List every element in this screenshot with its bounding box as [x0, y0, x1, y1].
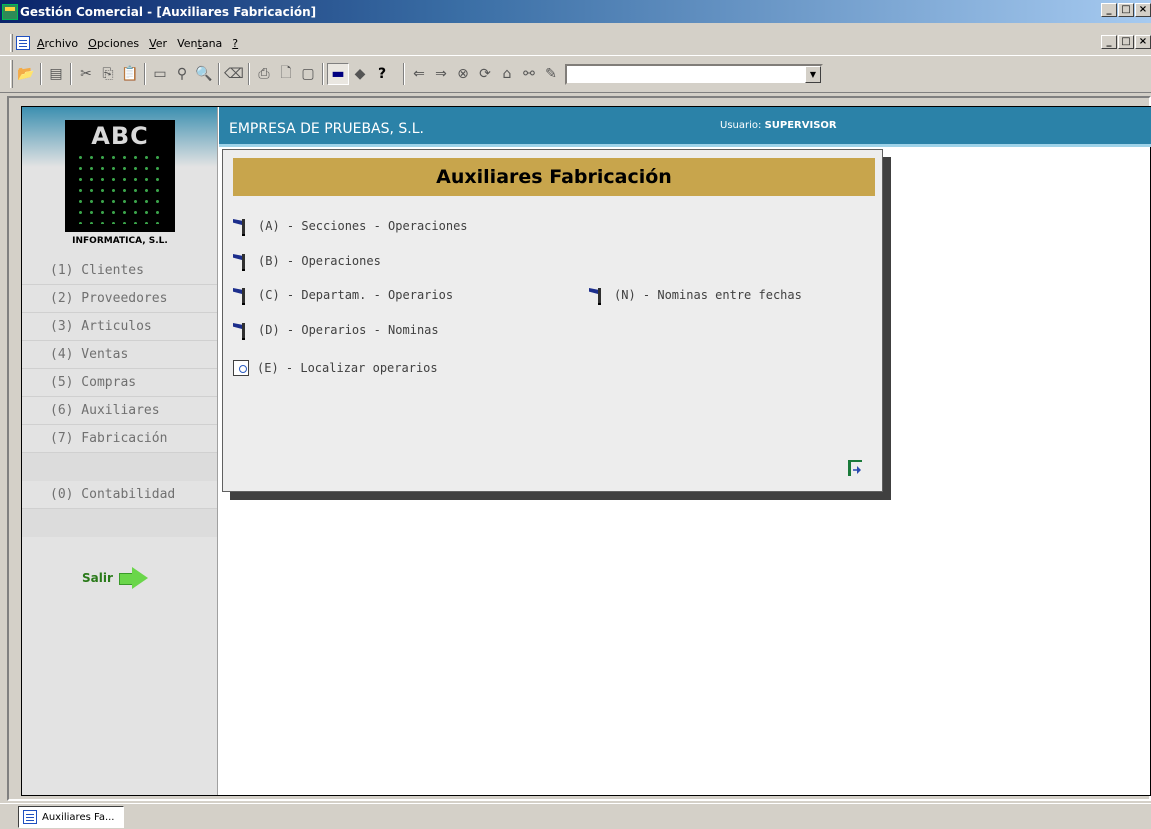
help-icon[interactable]: ? [371, 63, 393, 85]
print-icon[interactable]: ⎙ [253, 63, 275, 85]
exit-icon[interactable] [848, 460, 862, 476]
copy-icon[interactable]: ⎘ [97, 63, 119, 85]
search-icon[interactable]: ⚯ [518, 63, 540, 85]
diamond-icon[interactable]: ◆ [349, 63, 371, 85]
magnifier-icon[interactable]: 🔍 [193, 63, 215, 85]
option-nominas-entre-fechas[interactable]: (N) - Nominas entre fechas [589, 287, 802, 305]
sidebar-item-compras[interactable]: (5) Compras [22, 369, 217, 397]
panel-title: Auxiliares Fabricación [233, 158, 875, 196]
menu-archivo[interactable]: Archivo [32, 37, 83, 50]
sidebar-item-fabricacion[interactable]: (7) Fabricación [22, 425, 217, 453]
menu-bar: Archivo Opciones Ver Ventana ? _ □ × [0, 33, 1151, 53]
page-icon[interactable]: ▢ [297, 63, 319, 85]
back-icon[interactable]: ⇐ [408, 63, 430, 85]
menu-help[interactable]: ? [227, 37, 243, 50]
window-controls: _ □ × [1100, 3, 1151, 17]
cut-icon[interactable]: ✂ [75, 63, 97, 85]
option-departam-operarios[interactable]: (C) - Departam. - Operarios [233, 287, 453, 305]
child-window: ABC INFORMATICA, S.L. (1) Clientes (2) P… [21, 106, 1151, 796]
sidebar-spacer [22, 509, 217, 537]
sidebar-spacer [22, 453, 217, 481]
print-preview-icon[interactable]: 🗋 [275, 63, 297, 85]
window-titlebar: Gestión Comercial - [Auxiliares Fabricac… [0, 0, 1151, 23]
option-operaciones[interactable]: (B) - Operaciones [233, 253, 381, 271]
option-secciones-operaciones[interactable]: (A) - Secciones - Operaciones [233, 218, 468, 236]
flag-icon [233, 253, 249, 271]
task-auxiliares[interactable]: Auxiliares Fa... [18, 806, 124, 828]
mdi-taskbar: Auxiliares Fa... [0, 803, 1151, 829]
arrow-right-icon [118, 567, 149, 589]
window-icon[interactable]: ▭ [149, 63, 171, 85]
logo-area: ABC INFORMATICA, S.L. [22, 107, 217, 257]
menu-ver[interactable]: Ver [144, 37, 172, 50]
edit-icon[interactable]: ▤ [45, 63, 67, 85]
magnifier-icon [233, 360, 249, 376]
eraser-icon[interactable]: ⌫ [223, 63, 245, 85]
mdi-client: ABC INFORMATICA, S.L. (1) Clientes (2) P… [7, 96, 1151, 801]
stop-icon[interactable]: ⊗ [452, 63, 474, 85]
window-title: Gestión Comercial - [Auxiliares Fabricac… [20, 4, 317, 19]
binoculars-icon[interactable]: ⚲ [171, 63, 193, 85]
sidebar-item-proveedores[interactable]: (2) Proveedores [22, 285, 217, 313]
option-localizar-operarios[interactable]: (E) - Localizar operarios [233, 360, 438, 376]
sidebar-item-articulos[interactable]: (3) Articulos [22, 313, 217, 341]
sidebar-item-contabilidad[interactable]: (0) Contabilidad [22, 481, 217, 509]
mdi-minimize-button[interactable]: _ [1101, 35, 1117, 49]
home-icon[interactable]: ⌂ [496, 63, 518, 85]
mdi-close-button[interactable]: × [1135, 35, 1151, 49]
open-icon[interactable]: 📂 [15, 63, 37, 85]
auxiliares-panel: Auxiliares Fabricación (A) - Secciones -… [222, 149, 883, 492]
app-icon [2, 3, 18, 20]
mdi-controls: _ □ × [1100, 35, 1151, 49]
address-combo[interactable]: ▼ [565, 63, 823, 85]
minimize-button[interactable]: _ [1101, 3, 1117, 17]
menu-opciones[interactable]: Opciones [83, 37, 144, 50]
menu-ventana[interactable]: Ventana [172, 37, 227, 50]
paste-icon[interactable]: 📋 [119, 63, 141, 85]
chevron-down-icon[interactable]: ▼ [805, 65, 821, 83]
option-operarios-nominas[interactable]: (D) - Operarios - Nominas [233, 322, 439, 340]
monitor-icon[interactable]: ▬ [327, 63, 349, 85]
document-icon [23, 810, 37, 824]
sidebar-item-auxiliares[interactable]: (6) Auxiliares [22, 397, 217, 425]
user-label: Usuario: SUPERVISOR [720, 120, 837, 131]
salir-label: Salir [82, 571, 113, 585]
sidebar-item-clientes[interactable]: (1) Clientes [22, 257, 217, 285]
toolbar: 📂 ▤ ✂ ⎘ 📋 ▭ ⚲ 🔍 ⌫ ⎙ 🗋 ▢ ▬ ◆ ? ⇐ ⇒ ⊗ ⟳ ⌂ … [0, 55, 1151, 93]
company-name: EMPRESA DE PRUEBAS, S.L. [229, 121, 425, 137]
flag-icon [233, 218, 249, 236]
maximize-button[interactable]: □ [1118, 3, 1134, 17]
edit-doc-icon[interactable]: ✎ [540, 63, 562, 85]
sidebar-item-ventas[interactable]: (4) Ventas [22, 341, 217, 369]
refresh-icon[interactable]: ⟳ [474, 63, 496, 85]
document-icon[interactable] [16, 36, 30, 50]
sidebar: ABC INFORMATICA, S.L. (1) Clientes (2) P… [22, 107, 218, 795]
menu-grip[interactable] [10, 34, 13, 52]
forward-icon[interactable]: ⇒ [430, 63, 452, 85]
header-band: EMPRESA DE PRUEBAS, S.L. Usuario: SUPERV… [219, 107, 1151, 147]
mdi-restore-button[interactable]: □ [1118, 35, 1134, 49]
flag-icon [233, 287, 249, 305]
close-button[interactable]: × [1135, 3, 1151, 17]
flag-icon [233, 322, 249, 340]
company-logo: ABC [65, 120, 175, 232]
toolbar-grip[interactable] [10, 60, 13, 88]
flag-icon [589, 287, 605, 305]
logo-subtitle: INFORMATICA, S.L. [72, 236, 168, 246]
user-value: SUPERVISOR [764, 120, 837, 131]
salir-button[interactable]: Salir [82, 567, 149, 589]
